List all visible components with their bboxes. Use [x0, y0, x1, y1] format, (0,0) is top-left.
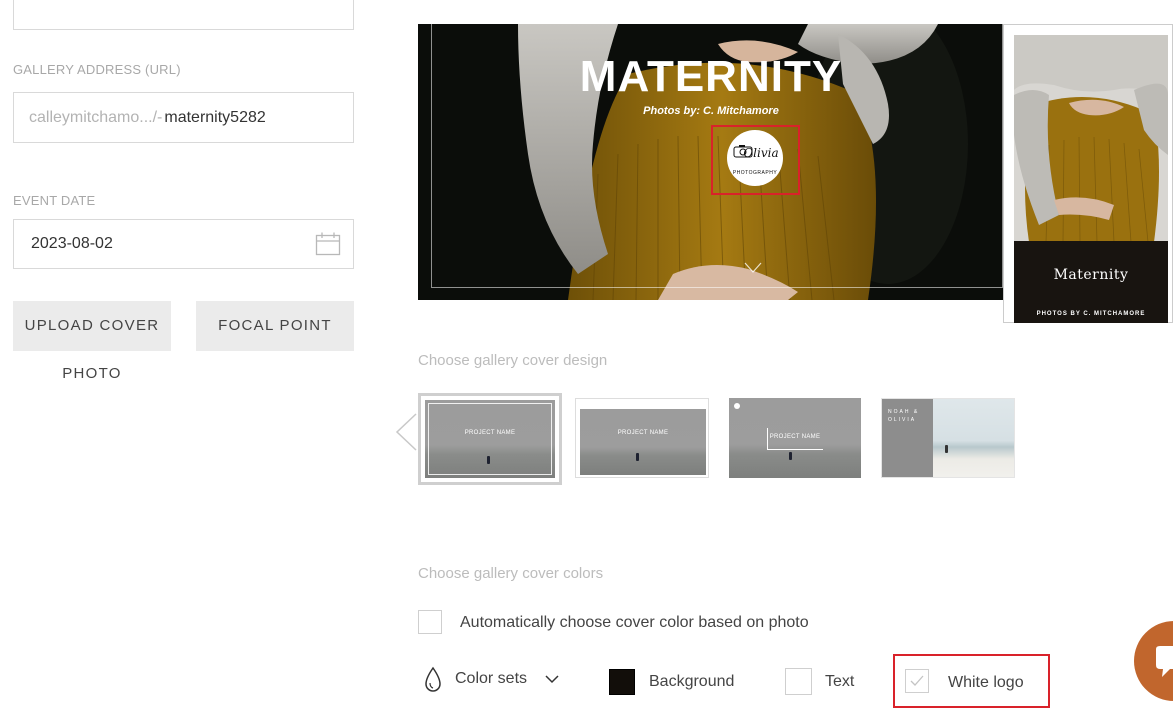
thumb-3-figure [789, 452, 792, 460]
event-date-input[interactable]: 2023-08-02 [13, 219, 354, 269]
chat-icon [1156, 646, 1173, 677]
thumb-1-label: PROJECT NAME [464, 430, 516, 436]
calendar-icon[interactable] [315, 232, 341, 256]
gallery-url-input[interactable]: calleymitchamo.../- maternity5282 [13, 92, 354, 143]
cover-design-thumb-1[interactable]: PROJECT NAME [418, 393, 562, 485]
thumb-2-image: PROJECT NAME [580, 409, 706, 475]
event-date-value: 2023-08-02 [31, 235, 113, 252]
cover-subtitle: Photos by: C. Mitchamore [643, 105, 779, 117]
chevron-down-icon [744, 262, 762, 273]
thumb-4-image [933, 399, 1014, 477]
gallery-address-label: GALLERY ADDRESS (URL) [13, 62, 181, 77]
thumb-2-figure [636, 453, 639, 461]
url-slug: maternity5282 [164, 108, 266, 126]
color-sets-dropdown[interactable]: Color sets [455, 670, 527, 688]
cover-design-thumb-2[interactable]: PROJECT NAME [575, 398, 709, 478]
thumb-1-image: PROJECT NAME [425, 400, 555, 478]
mobile-photo-art [1014, 35, 1168, 242]
chat-button[interactable] [1134, 621, 1173, 701]
white-logo-label: White logo [948, 674, 1024, 691]
title-input[interactable] [13, 0, 354, 30]
thumb-4-figure [945, 445, 948, 453]
thumb-1-frame [428, 403, 552, 475]
auto-color-checkbox[interactable] [418, 610, 442, 634]
mobile-preview: Maternity PHOTOS BY C. MITCHAMORE [1003, 24, 1173, 323]
mobile-subtitle: PHOTOS BY C. MITCHAMORE [1036, 311, 1146, 317]
logo-highlight-box [711, 125, 800, 195]
cover-title: MATERNITY [579, 52, 843, 101]
focal-point-button[interactable]: FOCAL POINT [196, 301, 354, 351]
mobile-title: Maternity [1053, 267, 1129, 283]
cover-design-thumb-3[interactable]: PROJECT NAME [729, 398, 861, 478]
text-label: Text [825, 673, 855, 690]
design-section-heading: Choose gallery cover design [418, 352, 608, 369]
upload-cover-photo-label: PHOTO [62, 365, 122, 382]
event-date-label: EVENT DATE [13, 193, 96, 208]
droplet-icon [425, 666, 441, 692]
thumb-2-label: PROJECT NAME [617, 430, 669, 436]
thumb-4-label: NOAH & OLIVIA [888, 409, 920, 423]
check-icon [910, 675, 924, 686]
colors-section-heading: Choose gallery cover colors [418, 565, 604, 582]
background-color-swatch[interactable] [609, 669, 635, 695]
background-label: Background [649, 673, 735, 690]
thumb-1-figure [487, 456, 490, 464]
chevron-left-icon[interactable] [394, 413, 418, 451]
chevron-down-icon[interactable] [545, 675, 559, 684]
mobile-cover-caption: Maternity PHOTOS BY C. MITCHAMORE [1014, 241, 1168, 323]
upload-cover-photo-button[interactable]: UPLOAD COVER [13, 301, 171, 351]
thumb-3-logo-dot [734, 403, 740, 409]
thumb-4-panel: NOAH & OLIVIA [882, 399, 933, 477]
thumb-3-label: PROJECT NAME [769, 434, 821, 440]
url-prefix: calleymitchamo.../- [29, 108, 163, 126]
mobile-cover-photo [1014, 35, 1168, 242]
text-color-swatch[interactable] [785, 668, 812, 695]
white-logo-checkbox[interactable] [905, 669, 929, 693]
cover-design-thumb-4[interactable]: NOAH & OLIVIA [881, 398, 1015, 478]
auto-color-label: Automatically choose cover color based o… [460, 614, 809, 631]
